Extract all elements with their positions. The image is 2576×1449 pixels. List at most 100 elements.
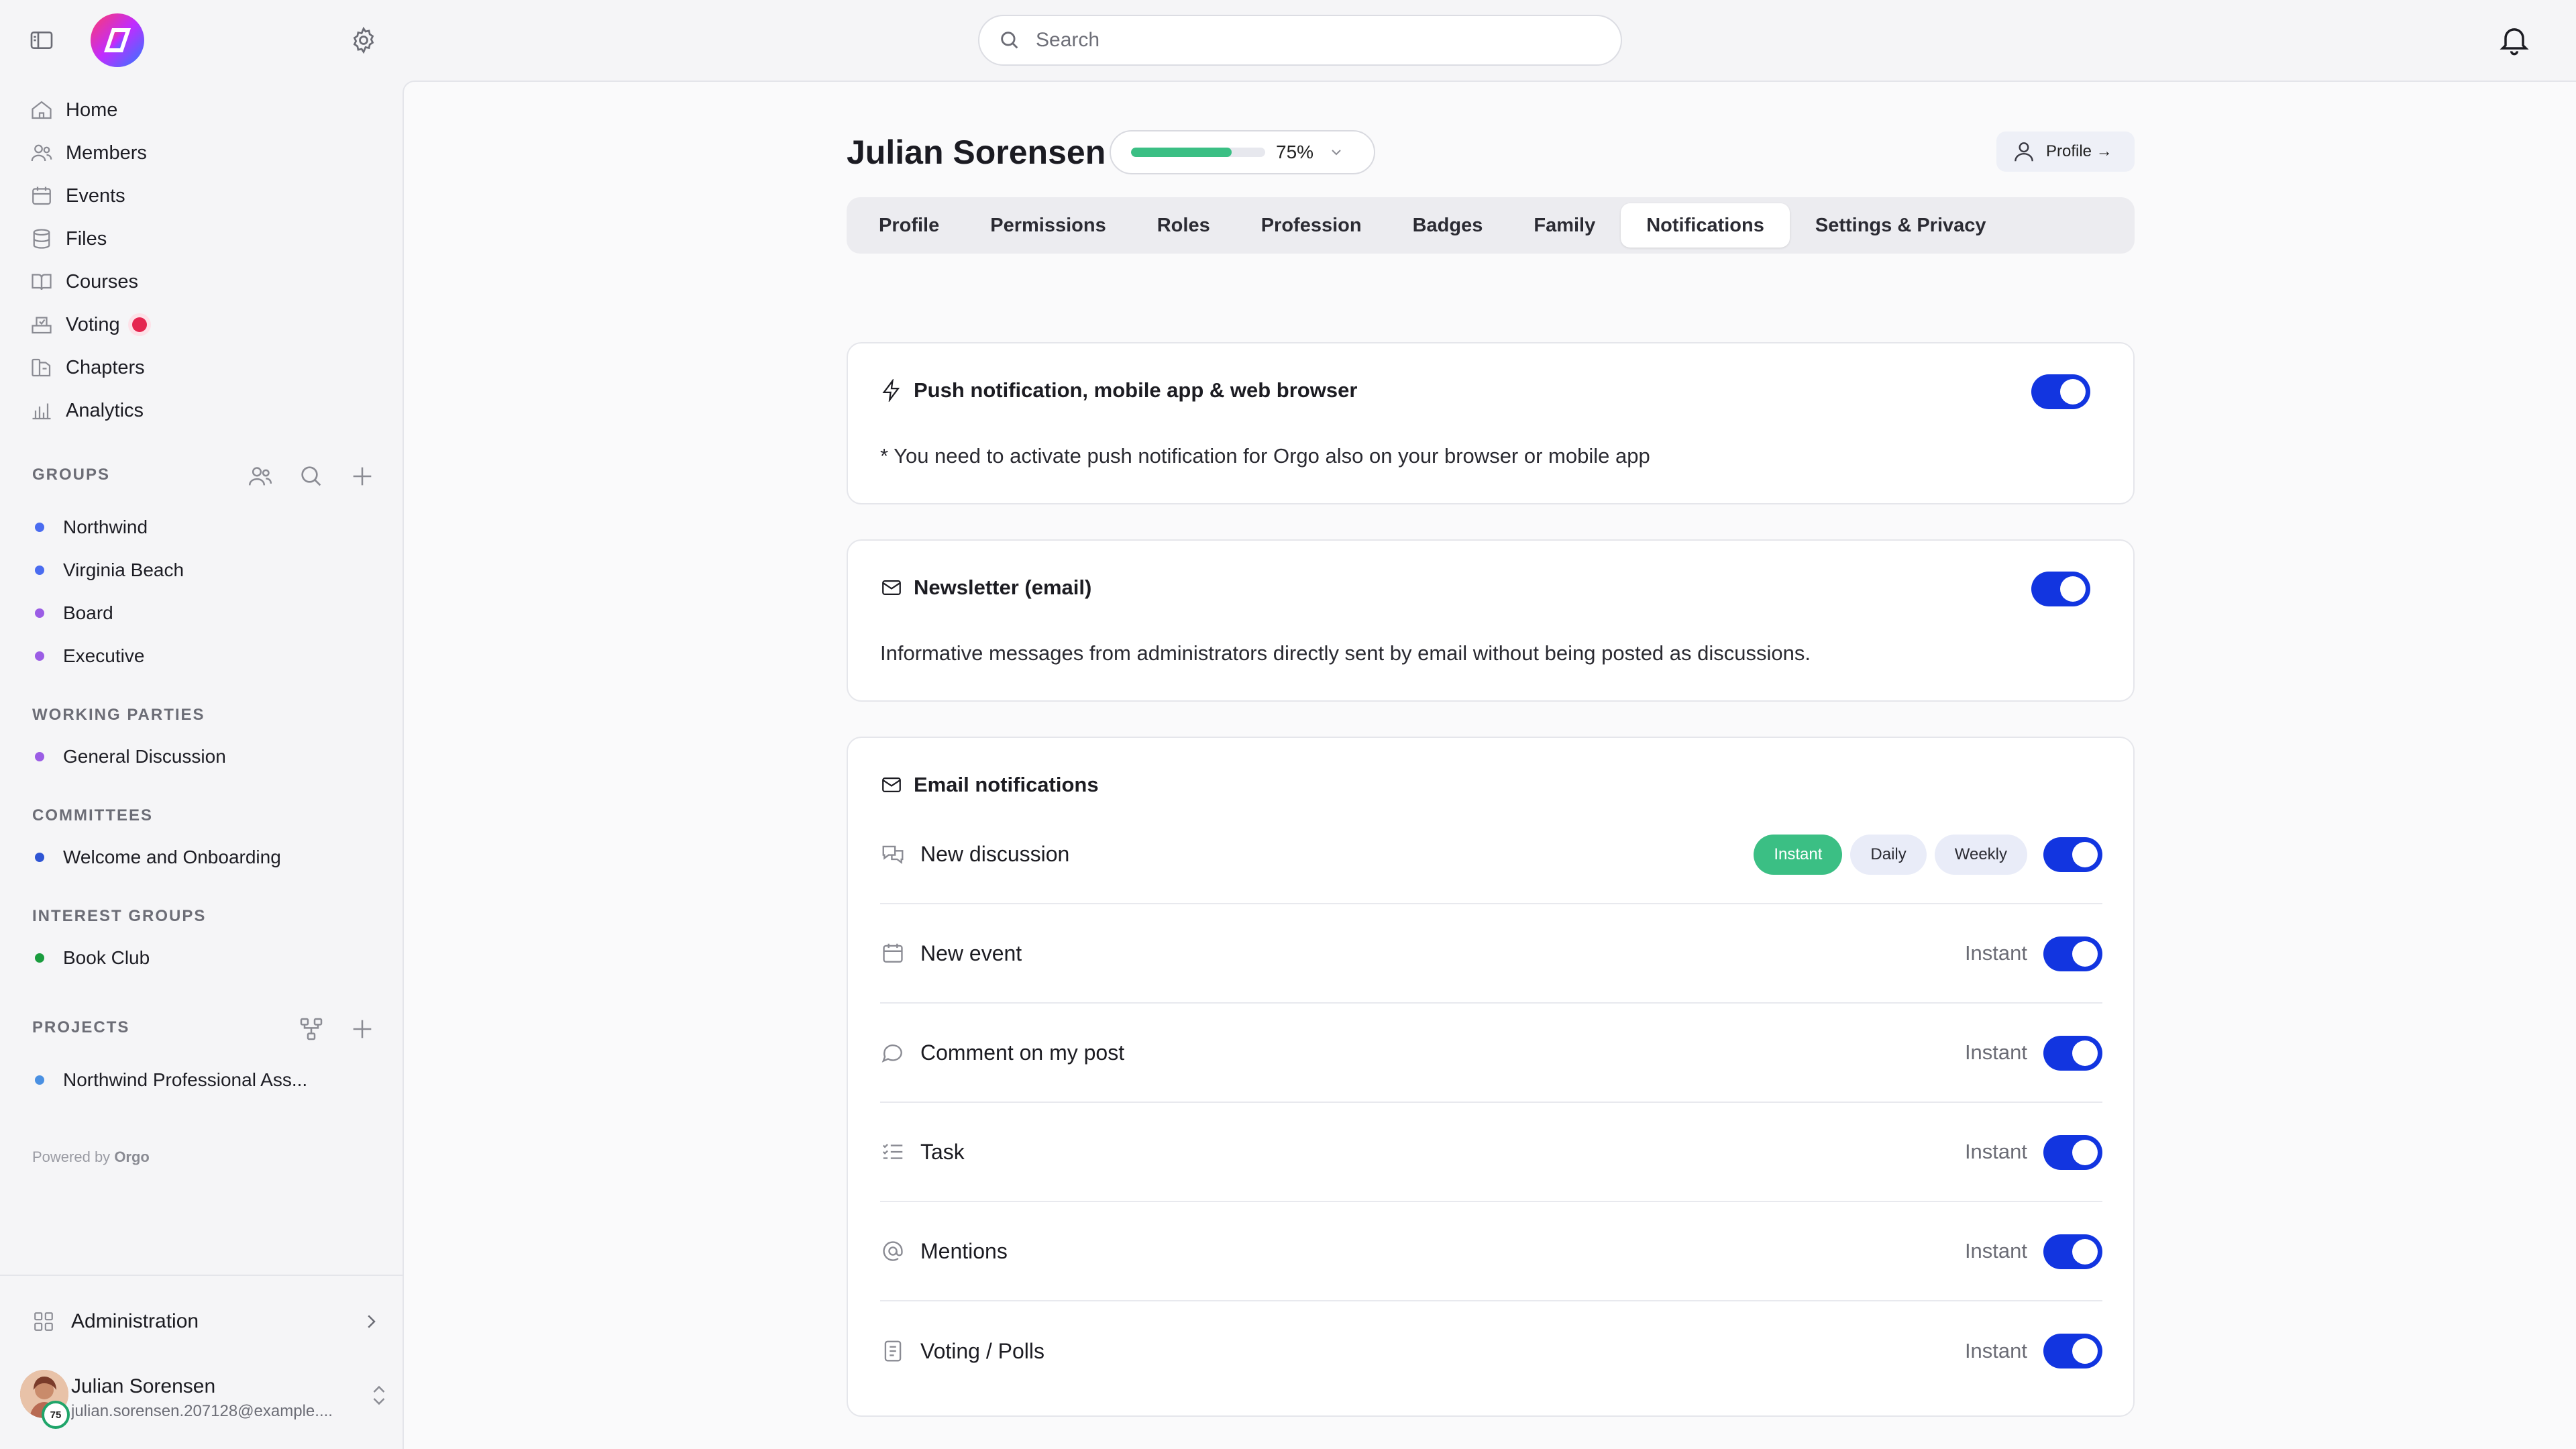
group-item-board[interactable]: Board: [35, 592, 184, 635]
group-label: Northwind: [63, 517, 148, 537]
notifications-bell-icon[interactable]: [2497, 21, 2532, 58]
group-members-icon[interactable]: [247, 463, 274, 490]
mentions-toggle[interactable]: [2043, 1234, 2102, 1269]
group-item-executive[interactable]: Executive: [35, 635, 184, 678]
row-label: Task: [920, 1139, 965, 1164]
notif-row-task: Task Instant: [880, 1103, 2102, 1202]
tab-roles[interactable]: Roles: [1132, 203, 1236, 248]
search-input[interactable]: [1036, 29, 1572, 52]
nav-item-home[interactable]: Home: [30, 89, 147, 131]
project-item-northwind[interactable]: Northwind Professional Ass...: [35, 1059, 307, 1102]
settings-gear-icon[interactable]: [349, 25, 378, 55]
nav-item-voting[interactable]: Voting: [30, 303, 147, 346]
progress-fill: [1131, 148, 1232, 157]
lightning-icon: [880, 379, 903, 402]
groups-heading: GROUPS: [32, 466, 111, 484]
row-label: Mentions: [920, 1238, 1008, 1263]
group-dot: [35, 953, 44, 963]
powered-by-brand[interactable]: Orgo: [114, 1148, 150, 1165]
committees-heading: COMMITTEES: [32, 806, 153, 824]
groups-list: Northwind Virginia Beach Board Executive: [35, 506, 184, 678]
tab-profile[interactable]: Profile: [853, 203, 965, 248]
push-card-title: Push notification, mobile app & web brow…: [880, 378, 1357, 402]
chevron-down-icon: [1328, 144, 1344, 160]
task-toggle[interactable]: [2043, 1135, 2102, 1170]
row-frequency: Instant: [1964, 1239, 2027, 1263]
nav-item-courses[interactable]: Courses: [30, 260, 147, 303]
newsletter-toggle[interactable]: [2031, 572, 2090, 606]
group-dot: [35, 853, 44, 862]
profile-button[interactable]: Profile →: [1996, 131, 2135, 172]
administration-link[interactable]: Administration: [32, 1301, 381, 1342]
add-group-plus-icon[interactable]: [349, 463, 376, 490]
user-menu[interactable]: 75 Julian Sorensen julian.sorensen.20712…: [20, 1362, 389, 1429]
tab-permissions[interactable]: Permissions: [965, 203, 1131, 248]
tab-notifications[interactable]: Notifications: [1621, 203, 1790, 248]
poll-icon: [880, 1338, 906, 1364]
nav-label: Files: [66, 227, 107, 250]
push-toggle[interactable]: [2031, 374, 2090, 409]
users-icon: [30, 141, 54, 165]
projects-heading: PROJECTS: [32, 1018, 130, 1036]
project-tree-icon[interactable]: [298, 1016, 325, 1042]
nav-label: Events: [66, 184, 125, 207]
nav-label: Courses: [66, 270, 138, 292]
group-dot: [35, 608, 44, 618]
newsletter-card-title: Newsletter (email): [880, 576, 1091, 600]
group-item-welcome-onboarding[interactable]: Welcome and Onboarding: [35, 836, 281, 879]
chapters-icon: [30, 356, 54, 380]
tab-family[interactable]: Family: [1508, 203, 1621, 248]
voting-polls-toggle[interactable]: [2043, 1334, 2102, 1368]
calendar-icon: [30, 184, 54, 208]
nav-item-analytics[interactable]: Analytics: [30, 389, 147, 432]
committees-list: Welcome and Onboarding: [35, 836, 281, 879]
tab-settings-privacy[interactable]: Settings & Privacy: [1790, 203, 2012, 248]
user-email: julian.sorensen.207128@example....: [71, 1402, 333, 1420]
search-icon: [998, 29, 1021, 52]
sidebar-divider: [0, 1275, 402, 1276]
nav-item-events[interactable]: Events: [30, 174, 147, 217]
group-item-general-discussion[interactable]: General Discussion: [35, 735, 226, 778]
group-dot: [35, 566, 44, 575]
new-discussion-toggle[interactable]: [2043, 837, 2102, 872]
nav-item-files[interactable]: Files: [30, 217, 147, 260]
orgo-logo[interactable]: [89, 12, 146, 68]
tab-badges[interactable]: Badges: [1387, 203, 1509, 248]
chevron-right-icon: [361, 1310, 381, 1333]
group-label: General Discussion: [63, 746, 226, 767]
project-label: Northwind Professional Ass...: [63, 1069, 308, 1090]
search-bar[interactable]: [978, 15, 1622, 66]
group-label: Welcome and Onboarding: [63, 847, 281, 867]
working-parties-list: General Discussion: [35, 735, 226, 778]
new-event-toggle[interactable]: [2043, 936, 2102, 971]
group-search-icon[interactable]: [298, 463, 325, 490]
frequency-selector: Instant Daily Weekly: [1754, 835, 2027, 875]
group-dot: [35, 651, 44, 661]
group-item-virginia-beach[interactable]: Virginia Beach: [35, 549, 184, 592]
comment-toggle[interactable]: [2043, 1036, 2102, 1071]
nav-item-members[interactable]: Members: [30, 131, 147, 174]
chart-icon: [30, 398, 54, 423]
group-item-northwind[interactable]: Northwind: [35, 506, 184, 549]
mail-icon: [880, 576, 903, 599]
mail-icon: [880, 773, 903, 796]
group-label: Board: [63, 602, 113, 623]
push-notification-card: Push notification, mobile app & web brow…: [847, 342, 2135, 504]
row-label: Voting / Polls: [920, 1338, 1044, 1363]
nav-item-chapters[interactable]: Chapters: [30, 346, 147, 389]
tab-profession[interactable]: Profession: [1236, 203, 1387, 248]
group-label: Virginia Beach: [63, 559, 184, 580]
profile-progress-dropdown[interactable]: 75%: [1110, 130, 1375, 174]
frequency-daily-pill[interactable]: Daily: [1850, 835, 1927, 875]
push-description: * You need to activate push notification…: [880, 444, 1650, 468]
profile-completion-badge: 75: [42, 1401, 70, 1429]
group-label: Executive: [63, 645, 145, 666]
frequency-weekly-pill[interactable]: Weekly: [1934, 835, 2027, 875]
row-label: New discussion: [920, 841, 1070, 866]
group-item-book-club[interactable]: Book Club: [35, 936, 150, 979]
sidebar-toggle-icon[interactable]: [28, 27, 55, 54]
group-dot: [35, 523, 44, 532]
add-project-plus-icon[interactable]: [349, 1016, 376, 1042]
home-icon: [30, 98, 54, 122]
frequency-instant-pill[interactable]: Instant: [1754, 835, 1843, 875]
